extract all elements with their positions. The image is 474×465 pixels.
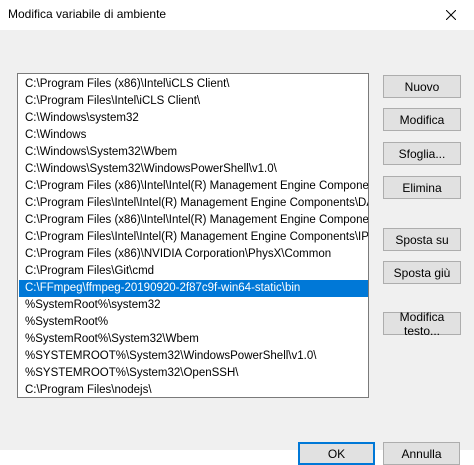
list-item-label: C:\Program Files\Intel\iCLS Client\	[25, 95, 201, 107]
list-item-label: %SystemRoot%	[25, 316, 109, 328]
cancel-button[interactable]: Annulla	[383, 442, 460, 465]
list-item[interactable]: C:\Program Files\Intel\Intel(R) Manageme…	[19, 195, 368, 212]
list-item-label: C:\Windows\System32\WindowsPowerShell\v1…	[25, 163, 277, 175]
list-item[interactable]: C:\Program Files (x86)\Intel\iCLS Client…	[19, 76, 368, 93]
list-item-label: C:\Program Files\nodejs\	[25, 384, 152, 396]
list-item-label: %SystemRoot%\system32	[25, 299, 161, 311]
list-item[interactable]: C:\Program Files\Intel\Intel(R) Manageme…	[19, 229, 368, 246]
list-item[interactable]: C:\FFmpeg\ffmpeg-20190920-2f87c9f-win64-…	[19, 280, 368, 297]
close-button[interactable]	[428, 0, 474, 30]
ok-button[interactable]: OK	[298, 442, 375, 465]
list-item-label: C:\Program Files (x86)\Intel\Intel(R) Ma…	[25, 180, 369, 192]
list-item[interactable]: %SystemRoot%\system32	[19, 297, 368, 314]
list-item[interactable]: %SystemRoot%\System32\Wbem	[19, 331, 368, 348]
list-item-label: C:\Windows\system32	[25, 112, 139, 124]
list-item-label: %SYSTEMROOT%\System32\OpenSSH\	[25, 367, 239, 379]
list-item-label: C:\Program Files\Git\cmd	[25, 265, 155, 277]
list-item[interactable]: C:\Program Files\Intel\iCLS Client\	[19, 93, 368, 110]
list-item[interactable]: C:\Program Files (x86)\Intel\Intel(R) Ma…	[19, 212, 368, 229]
list-item-label: C:\Windows\System32\Wbem	[25, 146, 178, 158]
list-item[interactable]: C:\Program Files (x86)\NVIDIA Corporatio…	[19, 246, 368, 263]
list-item-label: C:\Program Files (x86)\NVIDIA Corporatio…	[25, 248, 332, 260]
browse-button[interactable]: Sfoglia...	[383, 142, 461, 165]
list-item[interactable]: C:\Program Files\Git\cmd	[19, 263, 368, 280]
list-item[interactable]: %SYSTEMROOT%\System32\OpenSSH\	[19, 365, 368, 382]
edit-text-button[interactable]: Modifica testo...	[383, 310, 461, 338]
window-title: Modifica variabile di ambiente	[8, 7, 167, 21]
list-item-label: C:\FFmpeg\ffmpeg-20190920-2f87c9f-win64-…	[25, 282, 301, 294]
list-item-label: C:\Windows	[25, 129, 87, 141]
list-item[interactable]: C:\Windows\System32\WindowsPowerShell\v1…	[19, 161, 368, 178]
edit-button[interactable]: Modifica	[383, 108, 461, 131]
path-list[interactable]: C:\Program Files (x86)\Intel\iCLS Client…	[17, 73, 369, 398]
move-up-button[interactable]: Sposta su	[383, 228, 461, 251]
list-item[interactable]: C:\Program Files (x86)\Intel\Intel(R) Ma…	[19, 178, 368, 195]
list-item-label: C:\Program Files\Intel\Intel(R) Manageme…	[25, 197, 369, 209]
move-down-button[interactable]: Sposta giù	[383, 261, 461, 284]
list-item[interactable]: C:\Windows	[19, 127, 368, 144]
delete-button[interactable]: Elimina	[383, 176, 461, 199]
list-item[interactable]: C:\Program Files\nodejs\	[19, 382, 368, 397]
close-icon	[446, 10, 456, 20]
list-item-label: %SYSTEMROOT%\System32\WindowsPowerShell\…	[25, 350, 317, 362]
list-item[interactable]: %SystemRoot%	[19, 314, 368, 331]
list-item[interactable]: C:\Windows\system32	[19, 110, 368, 127]
dialog-body: C:\Program Files (x86)\Intel\iCLS Client…	[0, 30, 474, 465]
list-item[interactable]: C:\Windows\System32\Wbem	[19, 144, 368, 161]
list-item-label: %SystemRoot%\System32\Wbem	[25, 333, 199, 345]
list-item[interactable]: %SYSTEMROOT%\System32\WindowsPowerShell\…	[19, 348, 368, 365]
list-item-label: C:\Program Files\Intel\Intel(R) Manageme…	[25, 231, 369, 243]
list-item-label: C:\Program Files (x86)\Intel\Intel(R) Ma…	[25, 214, 369, 226]
list-item-label: C:\Program Files (x86)\Intel\iCLS Client…	[25, 78, 230, 90]
new-button[interactable]: Nuovo	[383, 75, 461, 98]
title-bar: Modifica variabile di ambiente	[0, 0, 474, 30]
